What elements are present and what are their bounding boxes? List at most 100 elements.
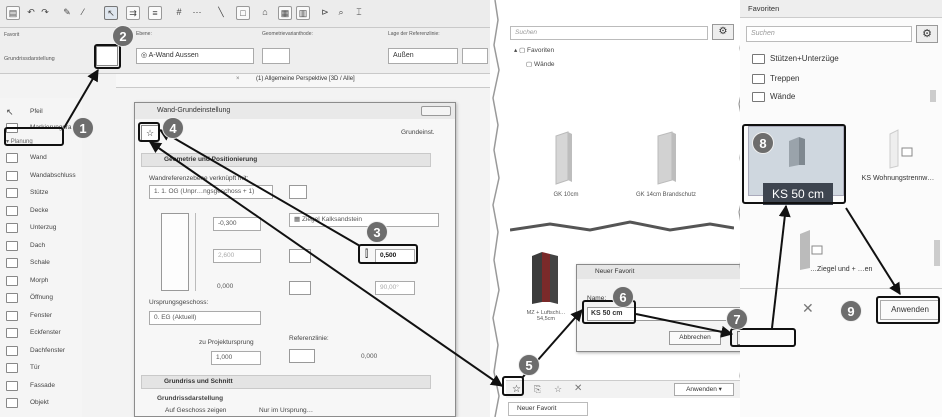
- tool-label: Tür: [30, 364, 40, 371]
- tool-item[interactable]: Dachfenster: [0, 343, 82, 359]
- wall-profile-icon-3[interactable]: [329, 249, 343, 263]
- reference-select[interactable]: Außen: [388, 48, 458, 64]
- wall-profile-icon-2[interactable]: [313, 249, 327, 263]
- tool-item[interactable]: Unterzug: [0, 220, 82, 236]
- middle-search-input[interactable]: Suchen: [510, 26, 708, 40]
- tool-item[interactable]: Fenster: [0, 308, 82, 324]
- delete-x-icon[interactable]: ✕: [802, 300, 814, 317]
- infobox-label-favorit: Favorit: [4, 32, 20, 38]
- callout-badge-2: 2: [112, 25, 134, 47]
- projektion-field[interactable]: 1,000: [211, 351, 261, 365]
- layers-icon[interactable]: ≡: [148, 6, 162, 20]
- scrollbar-thumb-2[interactable]: [934, 240, 940, 266]
- wall-strip-decoration: [510, 220, 734, 232]
- layer-select[interactable]: ◎ A-Wand Aussen: [136, 48, 254, 64]
- settings-gear-icon[interactable]: ⚙: [712, 24, 734, 40]
- redo-icon[interactable]: ↷: [38, 6, 52, 20]
- tool-item[interactable]: Tür: [0, 360, 82, 376]
- eyedropper-icon[interactable]: ✎: [60, 6, 74, 20]
- right-gear-icon[interactable]: ⚙: [916, 25, 938, 43]
- tool-item[interactable]: Wand: [0, 150, 82, 166]
- bezug-select[interactable]: 1. 1. OG (Unpr…ngsgeschoss + 1): [149, 185, 273, 199]
- favorite-tile-gk10[interactable]: GK 10cm: [536, 130, 596, 210]
- close-tab-icon[interactable]: ×: [236, 76, 240, 82]
- tab-3d-perspective[interactable]: (1) Allgemeine Perspektive [3D / Alle]: [256, 76, 355, 82]
- angle-field[interactable]: 90,00°: [375, 281, 415, 295]
- table-icon[interactable]: ▦: [278, 6, 292, 20]
- marquee-icon[interactable]: ⇉: [126, 6, 140, 20]
- snap-icon[interactable]: ⋯: [190, 6, 204, 20]
- tile-label: MZ + Luftschi… 54,5cm: [526, 310, 566, 322]
- geometry-polygon-icon[interactable]: [356, 48, 378, 64]
- tool-item[interactable]: Objekt: [0, 395, 82, 411]
- dialog-help-close-buttons[interactable]: [421, 106, 451, 116]
- tool-item[interactable]: Dach: [0, 238, 82, 254]
- zoom-icon[interactable]: ⌕: [334, 6, 348, 20]
- section-grundriss[interactable]: Grundriss und Schnitt: [141, 375, 431, 389]
- guide-icon[interactable]: ╲: [214, 6, 228, 20]
- favorite-tile-mz[interactable]: MZ + Luftschi… 54,5cm: [522, 250, 570, 330]
- folder-treppen[interactable]: Treppen: [752, 74, 800, 84]
- lock-icon[interactable]: ⌂: [258, 6, 272, 20]
- undo-icon[interactable]: ↶: [24, 6, 38, 20]
- tool-item[interactable]: Öffnung: [0, 290, 82, 306]
- right-search-input[interactable]: Suchen: [746, 26, 912, 42]
- bottom-offset-field[interactable]: 0,000: [213, 281, 261, 295]
- arrow-tool-icon[interactable]: ↖: [104, 6, 118, 20]
- scrollbar-thumb[interactable]: [930, 90, 936, 102]
- tool-item[interactable]: Schale: [0, 255, 82, 271]
- delete-x-icon[interactable]: ✕: [574, 383, 582, 394]
- grid-layout-icon[interactable]: ▥: [296, 6, 310, 20]
- wall-profile-icon[interactable]: [289, 249, 311, 263]
- slant-icon-2[interactable]: [313, 281, 327, 295]
- syringe-icon[interactable]: ⁄: [76, 6, 90, 20]
- callout-badge-5: 5: [518, 354, 540, 376]
- section-geometry[interactable]: Geometrie und Positionierung: [141, 153, 431, 167]
- measure-icon[interactable]: ⊳: [318, 6, 332, 20]
- folder-icon: [752, 92, 765, 102]
- referenz-select[interactable]: [289, 349, 315, 363]
- folder-waende[interactable]: Wände: [752, 92, 795, 102]
- ursprung-select[interactable]: 0. EG (Aktuell): [149, 311, 261, 325]
- tool-item[interactable]: Morph: [0, 273, 82, 289]
- geometry-trapez-icon[interactable]: [326, 48, 348, 64]
- favorite-tile-bottom[interactable]: …Ziegel und + …en: [780, 230, 876, 290]
- layout-icon[interactable]: ▤: [6, 6, 20, 20]
- cancel-button[interactable]: Abbrechen: [669, 331, 721, 345]
- slant-icon[interactable]: [289, 281, 311, 295]
- middle-apply-button[interactable]: Anwenden ▾: [674, 383, 734, 396]
- bottom-tab-new-favorite[interactable]: Neuer Favorit: [508, 402, 588, 416]
- favorite-tile-ks-wohnung[interactable]: KS Wohnungstrennw…: [856, 126, 940, 196]
- projektion-value: 1,000: [216, 354, 233, 361]
- height-field[interactable]: 2,600: [213, 249, 261, 263]
- wall-type-icon-3[interactable]: [329, 185, 347, 199]
- projektion-label: zu Projektursprung: [199, 339, 254, 346]
- tool-pfeil[interactable]: ↖ Pfeil: [0, 104, 82, 120]
- tool-item[interactable]: Eckfenster: [0, 325, 82, 341]
- copy-favorite-icon[interactable]: ⎘: [534, 384, 541, 395]
- group-icon[interactable]: □: [236, 6, 250, 20]
- referenz-field[interactable]: 0,000: [357, 351, 401, 365]
- material-select[interactable]: ▦ Ziegel Kalksandstein: [289, 213, 439, 227]
- tree-item-waende[interactable]: ▢ Wände: [526, 60, 555, 68]
- tool-item[interactable]: Stütze: [0, 185, 82, 201]
- tool-item[interactable]: Wandabschluss: [0, 168, 82, 184]
- folder-stuetzen[interactable]: Stützen+Unterzüge: [752, 54, 839, 64]
- tool-icon: [6, 170, 18, 181]
- tool-item[interactable]: Fassade: [0, 378, 82, 394]
- flip-icon[interactable]: [462, 48, 488, 64]
- geometry-curved-icon[interactable]: [296, 48, 318, 64]
- star-outline-icon[interactable]: ☆: [554, 384, 562, 395]
- slant-icon-3[interactable]: [329, 281, 343, 295]
- grid-icon[interactable]: #: [172, 6, 186, 20]
- geometry-wall-icon[interactable]: [262, 48, 290, 64]
- tool-label: Öffnung: [30, 294, 54, 301]
- wall-type-icon-2[interactable]: [309, 185, 327, 199]
- tool-item[interactable]: Decke: [0, 203, 82, 219]
- tree-item-favoriten[interactable]: ▴ ▢ Favoriten: [514, 46, 554, 54]
- section-icon[interactable]: ⌶: [352, 6, 366, 20]
- favorite-tile-gk14[interactable]: GK 14cm Brandschutz: [624, 130, 708, 210]
- top-offset-field[interactable]: -0,300: [213, 217, 261, 231]
- geschoss-value[interactable]: Nur im Ursprung…: [259, 407, 313, 414]
- wall-type-icon[interactable]: [289, 185, 307, 199]
